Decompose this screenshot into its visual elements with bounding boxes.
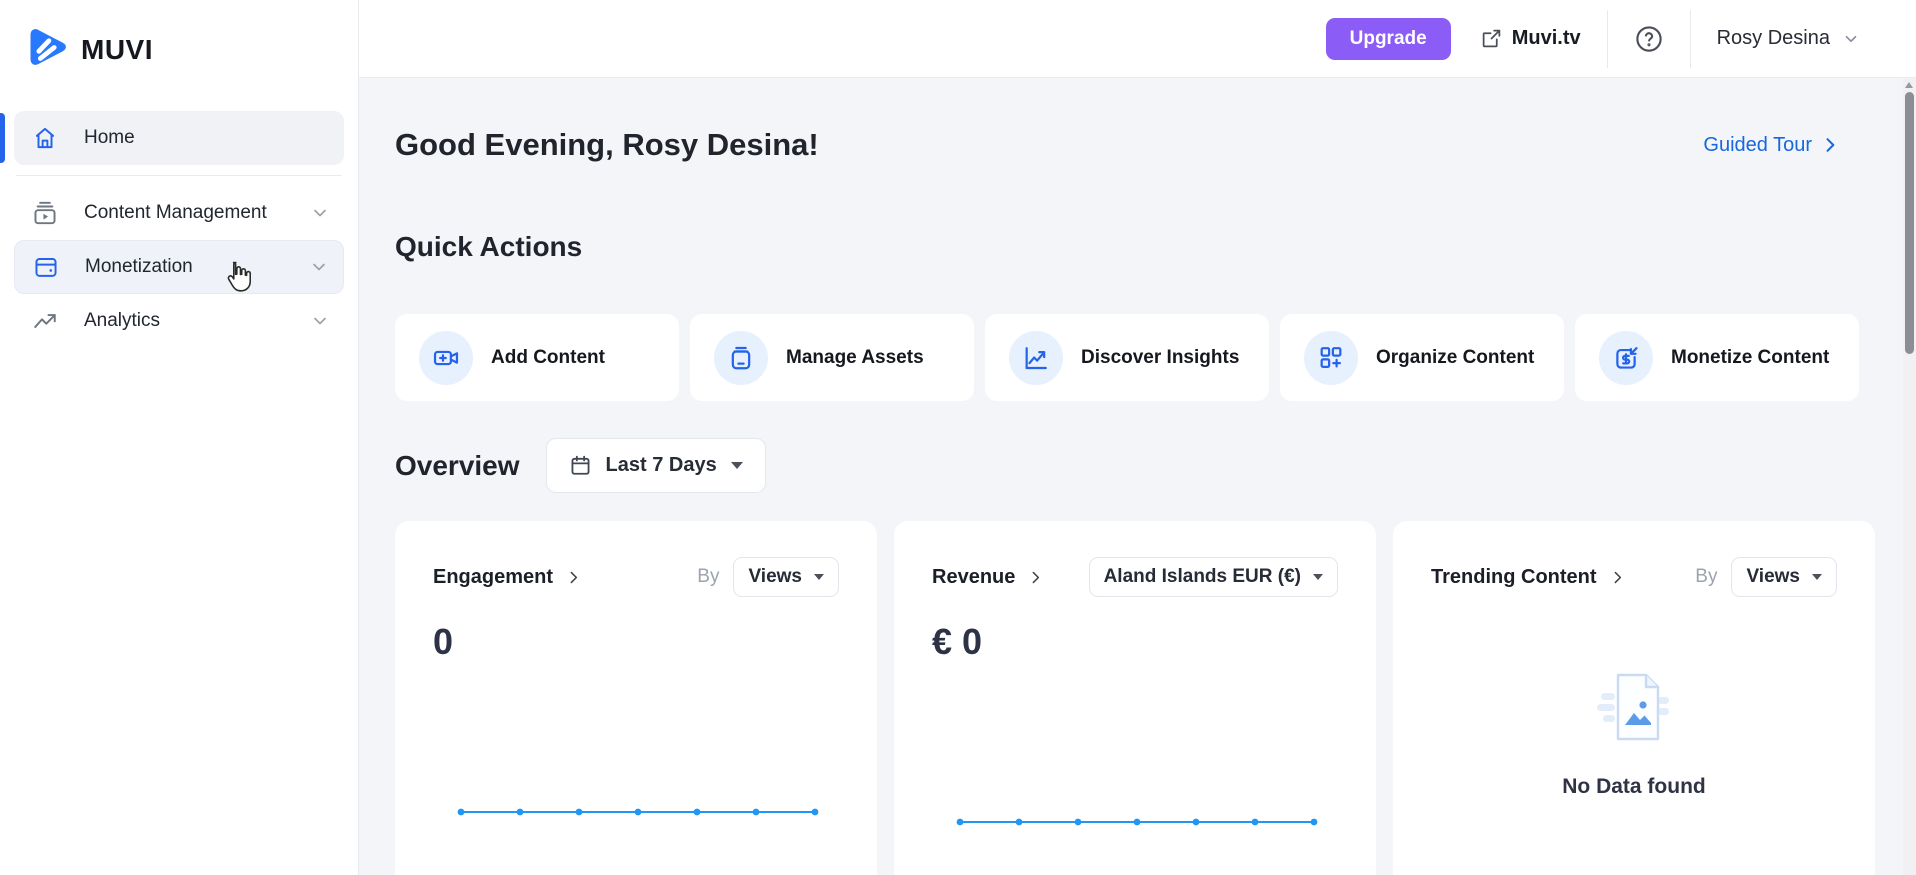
- upgrade-button[interactable]: Upgrade: [1326, 18, 1451, 60]
- content-management-icon: [32, 200, 58, 226]
- chevron-right-icon: [1027, 569, 1044, 586]
- chevron-down-icon: [309, 257, 329, 277]
- add-content-card[interactable]: Add Content: [395, 314, 679, 401]
- sidebar: MUVI Home Content Management: [0, 0, 359, 875]
- muvi-tv-link[interactable]: Muvi.tv: [1481, 27, 1581, 50]
- revenue-card: Revenue Aland Islands EUR (€) € 0: [894, 521, 1376, 875]
- quick-actions-title: Quick Actions: [395, 231, 582, 263]
- chevron-down-icon: [310, 311, 330, 331]
- dollar-box-icon: [1599, 331, 1653, 385]
- engagement-value: 0: [433, 621, 839, 663]
- chevron-down-icon: [1842, 30, 1860, 48]
- trending-content-link[interactable]: Trending Content: [1431, 566, 1626, 589]
- muvi-logo[interactable]: MUVI: [24, 24, 153, 75]
- revenue-card-link[interactable]: Revenue: [932, 566, 1044, 589]
- overview-title: Overview: [395, 450, 520, 482]
- quick-action-label: Manage Assets: [786, 347, 924, 369]
- header-divider: [1690, 10, 1691, 68]
- engagement-metric-dropdown[interactable]: Views: [733, 557, 839, 597]
- trending-content-card: Trending Content By Views: [1393, 521, 1875, 875]
- date-range-value: Last 7 Days: [606, 454, 717, 477]
- page-scrollbar[interactable]: [1903, 78, 1916, 875]
- calendar-icon: [569, 454, 592, 477]
- date-range-dropdown[interactable]: Last 7 Days: [546, 438, 766, 493]
- help-button[interactable]: [1634, 24, 1664, 54]
- revenue-title: Revenue: [932, 566, 1015, 589]
- brand-name: MUVI: [81, 34, 153, 66]
- quick-action-label: Monetize Content: [1671, 347, 1829, 369]
- metric-value: Views: [1746, 566, 1800, 588]
- main-content: Good Evening, Rosy Desina! Guided Tour Q…: [360, 79, 1916, 875]
- engagement-title: Engagement: [433, 566, 553, 589]
- engagement-card-link[interactable]: Engagement: [433, 566, 582, 589]
- overview-header: Overview Last 7 Days: [395, 438, 766, 493]
- chevron-down-icon: [310, 203, 330, 223]
- scrollbar-up-arrow[interactable]: [1905, 82, 1913, 88]
- organize-content-card[interactable]: Organize Content: [1280, 314, 1564, 401]
- by-label: By: [1695, 566, 1717, 588]
- engagement-card: Engagement By Views 0: [395, 521, 877, 875]
- caret-down-icon: [1812, 574, 1822, 580]
- sidebar-item-home[interactable]: Home: [14, 111, 344, 165]
- quick-action-label: Add Content: [491, 347, 605, 369]
- header-divider: [1607, 10, 1608, 68]
- user-menu[interactable]: Rosy Desina: [1717, 27, 1860, 50]
- caret-down-icon: [814, 574, 824, 580]
- no-data-text: No Data found: [1562, 775, 1705, 799]
- chart-line-icon: [1009, 331, 1063, 385]
- greeting-row: Good Evening, Rosy Desina! Guided Tour: [395, 127, 1840, 163]
- quick-action-label: Discover Insights: [1081, 347, 1239, 369]
- monetization-icon: [33, 254, 59, 280]
- assets-box-icon: [714, 331, 768, 385]
- guided-tour-label: Guided Tour: [1703, 134, 1812, 157]
- sidebar-item-label: Home: [84, 127, 135, 149]
- quick-actions-row: Add Content Manage Assets Discover Insig…: [395, 314, 1859, 401]
- metric-value: Views: [748, 566, 802, 588]
- quick-action-label: Organize Content: [1376, 347, 1534, 369]
- revenue-value: € 0: [932, 621, 1338, 663]
- user-name: Rosy Desina: [1717, 27, 1830, 50]
- revenue-chart: [956, 809, 1318, 827]
- sidebar-item-content-management[interactable]: Content Management: [14, 186, 344, 240]
- chevron-right-icon: [1609, 569, 1626, 586]
- chevron-right-icon: [1820, 135, 1840, 155]
- external-link-icon: [1481, 28, 1502, 49]
- engagement-chart: [457, 799, 819, 817]
- sidebar-item-label: Content Management: [84, 202, 267, 224]
- trending-metric-dropdown[interactable]: Views: [1731, 557, 1837, 597]
- muvi-dashboard: Upgrade Muvi.tv Rosy Desina: [0, 0, 1916, 875]
- no-data-empty-state: No Data found: [1393, 663, 1875, 799]
- muvi-tv-label: Muvi.tv: [1512, 27, 1581, 50]
- scrollbar-thumb[interactable]: [1905, 92, 1914, 354]
- video-plus-icon: [419, 331, 473, 385]
- home-icon: [32, 125, 58, 151]
- monetize-content-card[interactable]: Monetize Content: [1575, 314, 1859, 401]
- sidebar-item-label: Analytics: [84, 310, 160, 332]
- sidebar-divider: [16, 175, 342, 176]
- overview-cards: Engagement By Views 0: [395, 521, 1875, 875]
- page-title: Good Evening, Rosy Desina!: [395, 127, 819, 163]
- grid-plus-icon: [1304, 331, 1358, 385]
- guided-tour-link[interactable]: Guided Tour: [1703, 134, 1840, 157]
- no-data-image-icon: [1591, 663, 1677, 751]
- muvi-logo-icon: [24, 24, 70, 75]
- trending-content-title: Trending Content: [1431, 566, 1597, 589]
- discover-insights-card[interactable]: Discover Insights: [985, 314, 1269, 401]
- sidebar-item-label: Monetization: [85, 256, 193, 278]
- manage-assets-card[interactable]: Manage Assets: [690, 314, 974, 401]
- currency-dropdown[interactable]: Aland Islands EUR (€): [1089, 557, 1338, 597]
- by-label: By: [697, 566, 719, 588]
- currency-value: Aland Islands EUR (€): [1104, 566, 1301, 588]
- sidebar-item-analytics[interactable]: Analytics: [14, 294, 344, 348]
- caret-down-icon: [1313, 574, 1323, 580]
- top-bar: Upgrade Muvi.tv Rosy Desina: [359, 0, 1916, 78]
- sidebar-nav: Home Content Management Monetization: [0, 111, 358, 348]
- sidebar-item-monetization[interactable]: Monetization: [14, 240, 344, 294]
- chevron-right-icon: [565, 569, 582, 586]
- caret-down-icon: [731, 462, 743, 469]
- analytics-icon: [32, 308, 58, 334]
